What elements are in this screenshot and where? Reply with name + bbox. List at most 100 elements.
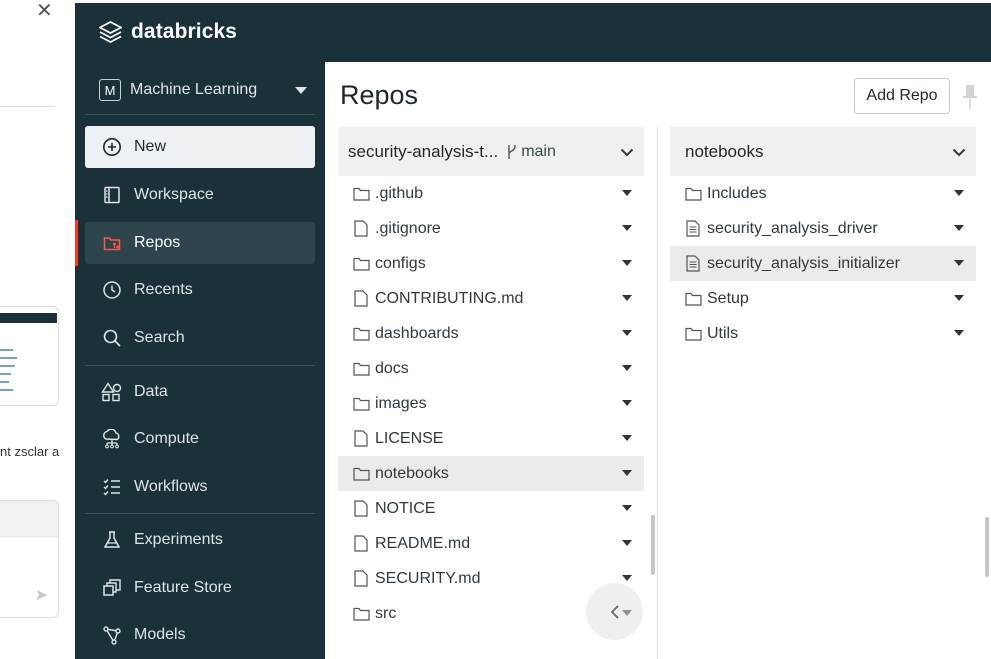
file-icon (352, 290, 370, 308)
caret-down-icon[interactable] (622, 575, 632, 581)
item-name: .gitignore (375, 219, 441, 237)
item-name: docs (375, 359, 409, 377)
list-item[interactable]: Includes (670, 176, 976, 211)
list-item[interactable]: images (338, 386, 644, 421)
item-name: dashboards (375, 324, 459, 342)
list-item-selected[interactable]: notebooks (338, 456, 644, 491)
sidebar-divider (85, 365, 315, 366)
repo-browser-column: security-analysis-t... main .github .git… (338, 127, 644, 631)
repo-name: security-analysis-t... (348, 141, 499, 161)
plus-circle-icon (101, 136, 123, 158)
thumbnail-preview[interactable] (0, 306, 59, 406)
caret-down-icon[interactable] (622, 295, 632, 301)
folder-icon (684, 185, 702, 203)
caret-down-icon[interactable] (622, 260, 632, 266)
left-column-scrollbar[interactable] (651, 515, 655, 575)
git-branch-icon (508, 144, 516, 159)
file-icon (352, 535, 370, 553)
repo-header[interactable]: security-analysis-t... main (338, 127, 644, 176)
caret-down-icon[interactable] (622, 540, 632, 546)
list-item[interactable]: LICENSE (338, 421, 644, 456)
sidebar-item-data[interactable]: Data (85, 371, 315, 413)
caret-down-icon[interactable] (622, 400, 632, 406)
caret-down-icon[interactable] (622, 225, 632, 231)
folder-browser-column: notebooks Includes security_analysis_dri… (670, 127, 976, 351)
list-item-selected[interactable]: security_analysis_initializer (670, 246, 976, 281)
sidebar-item-experiments[interactable]: Experiments (85, 519, 315, 561)
new-label: New (134, 138, 167, 155)
chevron-down-icon[interactable] (620, 144, 634, 158)
file-icon (352, 570, 370, 588)
models-icon (101, 624, 123, 646)
sidebar-item-compute[interactable]: Compute (85, 418, 315, 460)
caret-down-icon[interactable] (954, 225, 964, 231)
chevron-down-icon[interactable] (952, 144, 966, 158)
sidebar-item-label: Models (134, 626, 186, 643)
databricks-logo[interactable]: databricks (99, 20, 237, 44)
active-indicator (75, 220, 78, 266)
sidebar-item-label: Data (134, 383, 168, 400)
item-name: README.md (375, 534, 471, 552)
databricks-logo-icon (99, 21, 122, 43)
list-item[interactable]: Utils (670, 316, 976, 351)
add-repo-button[interactable]: Add Repo (854, 78, 950, 114)
caret-down-icon[interactable] (622, 505, 632, 511)
sidebar-item-feature-store[interactable]: Feature Store (85, 567, 315, 609)
back-button[interactable] (586, 583, 643, 640)
item-name: security_analysis_driver (707, 219, 878, 237)
page-title: Repos (340, 80, 419, 110)
item-name: Setup (707, 289, 749, 307)
list-item[interactable]: configs (338, 246, 644, 281)
folder-icon (352, 255, 370, 273)
caret-down-icon[interactable] (622, 435, 632, 441)
new-button[interactable]: New (85, 126, 315, 168)
item-name: NOTICE (375, 499, 436, 517)
branch-selector[interactable]: main (506, 143, 556, 161)
data-icon (101, 381, 123, 403)
folder-header[interactable]: notebooks (670, 127, 976, 176)
folder-icon (352, 325, 370, 343)
databricks-window: databricks M Machine Learning New Worksp… (75, 3, 991, 659)
sidebar-item-search[interactable]: Search (85, 317, 315, 359)
list-item[interactable]: docs (338, 351, 644, 386)
persona-badge: M (99, 79, 121, 101)
sidebar-item-label: Workflows (134, 478, 208, 495)
background-page: ✕ nt zsclar a ➤ (0, 0, 75, 659)
list-item[interactable]: Setup (670, 281, 976, 316)
folder-icon (684, 325, 702, 343)
pin-icon[interactable] (963, 82, 977, 112)
caret-down-icon[interactable] (954, 330, 964, 336)
sidebar-item-recents[interactable]: Recents (85, 269, 315, 311)
right-column-scrollbar[interactable] (985, 517, 989, 577)
close-icon[interactable]: ✕ (36, 0, 53, 23)
list-item[interactable]: .gitignore (338, 211, 644, 246)
sidebar-item-repos[interactable]: Repos (85, 222, 315, 264)
notebook-icon (684, 220, 702, 238)
sidebar-item-workspace[interactable]: Workspace (85, 174, 315, 216)
caret-down-icon[interactable] (622, 330, 632, 336)
file-icon (352, 500, 370, 518)
list-item[interactable]: NOTICE (338, 491, 644, 526)
caret-down-icon[interactable] (622, 365, 632, 371)
send-icon[interactable]: ➤ (35, 585, 48, 605)
list-item[interactable]: README.md (338, 526, 644, 561)
sidebar-item-models[interactable]: Models (85, 614, 315, 656)
caret-down-icon[interactable] (954, 260, 964, 266)
sidebar-item-label: Experiments (134, 531, 223, 548)
compute-icon (101, 428, 123, 450)
item-name: .github (375, 184, 424, 202)
sidebar-item-workflows[interactable]: Workflows (85, 466, 315, 508)
persona-switcher[interactable]: M Machine Learning (99, 78, 307, 102)
list-item[interactable]: dashboards (338, 316, 644, 351)
top-bar: databricks (75, 3, 991, 62)
list-item[interactable]: CONTRIBUTING.md (338, 281, 644, 316)
caret-down-icon[interactable] (622, 470, 632, 476)
caret-down-icon[interactable] (622, 190, 632, 196)
sidebar-item-label: Repos (134, 234, 181, 251)
list-item[interactable]: security_analysis_driver (670, 211, 976, 246)
caret-down-icon[interactable] (954, 190, 964, 196)
list-item[interactable]: .github (338, 176, 644, 211)
caret-down-icon[interactable] (954, 295, 964, 301)
file-icon (352, 430, 370, 448)
background-snippet-text: nt zsclar a (0, 444, 60, 459)
